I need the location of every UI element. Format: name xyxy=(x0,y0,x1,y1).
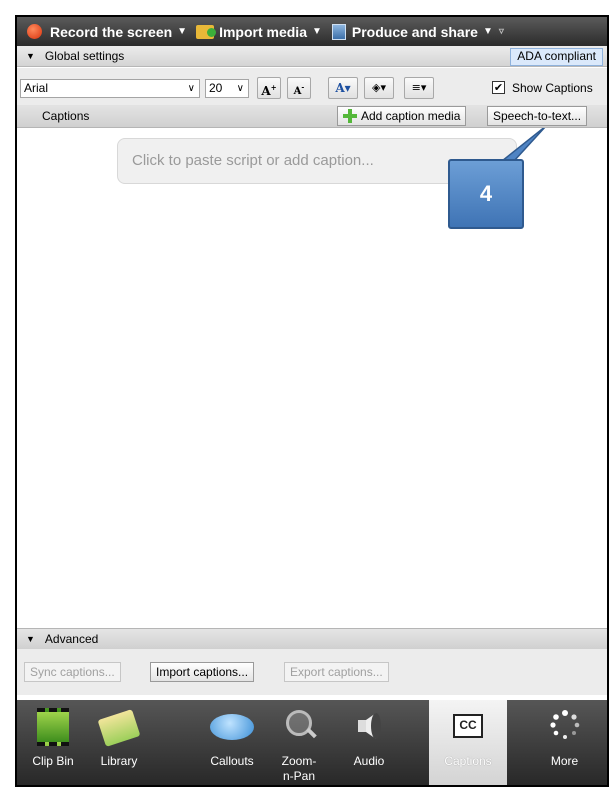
font-family-select[interactable]: Arial ∨ xyxy=(20,79,200,98)
decrease-font-button[interactable]: A- xyxy=(287,77,311,99)
increase-font-icon: A+ xyxy=(261,83,277,98)
alignment-button[interactable]: ≡▾ xyxy=(404,77,434,99)
tab-clip-bin[interactable]: Clip Bin xyxy=(17,700,89,785)
produce-icon xyxy=(331,23,346,40)
tab-label: Clip Bin xyxy=(32,754,74,768)
tab-label: Captions xyxy=(444,754,492,768)
advanced-title: Advanced xyxy=(44,632,99,646)
caption-editor-area: Click to paste script or add caption... … xyxy=(17,128,607,628)
tab-captions[interactable]: CC Captions xyxy=(429,700,507,785)
add-caption-media-label: Add caption media xyxy=(361,109,461,123)
decrease-font-icon: A- xyxy=(293,83,305,98)
produce-label: Produce and share xyxy=(351,23,478,40)
font-color-icon: A▾ xyxy=(335,81,351,95)
tab-label: Zoom-n-Pan xyxy=(281,754,317,783)
show-captions-label: Show Captions xyxy=(512,81,593,95)
record-icon xyxy=(27,24,42,39)
speech-to-text-label: Speech-to-text... xyxy=(493,109,582,123)
tab-label: More xyxy=(550,754,579,768)
collapse-triangle-icon: ▼ xyxy=(26,51,35,61)
tab-more[interactable]: More xyxy=(522,700,607,785)
tab-label: Callouts xyxy=(210,754,254,768)
font-family-value: Arial xyxy=(24,81,49,95)
global-settings-header[interactable]: ▼ Global settings ADA compliant xyxy=(17,46,607,67)
chevron-down-icon: ▼ xyxy=(177,26,188,37)
collapse-triangle-icon: ▼ xyxy=(26,634,35,644)
folder-icon xyxy=(196,24,217,39)
align-icon: ≡▾ xyxy=(411,81,427,94)
speaker-icon xyxy=(358,713,381,739)
tab-audio[interactable]: Audio xyxy=(335,700,403,785)
record-label: Record the screen xyxy=(50,23,173,40)
chevron-down-icon: ▼ xyxy=(482,26,493,37)
tab-label: Audio xyxy=(353,754,385,768)
show-captions-checkbox[interactable]: ✔ xyxy=(492,81,505,94)
main-toolbar: Record the screen ▼ Import media ▼ Produ… xyxy=(17,17,607,46)
increase-font-button[interactable]: A+ xyxy=(257,77,281,99)
font-size-select[interactable]: 20 ∨ xyxy=(205,79,249,98)
camtasia-captions-panel: Record the screen ▼ Import media ▼ Produ… xyxy=(15,15,609,787)
produce-share-button[interactable]: Produce and share ▼ xyxy=(326,23,493,40)
toolbar-overflow-icon[interactable]: ▿ xyxy=(499,26,504,37)
sync-captions-button[interactable]: Sync captions... xyxy=(24,662,121,682)
callout-number-badge: 4 xyxy=(448,159,524,229)
import-media-button[interactable]: Import media ▼ xyxy=(196,24,322,40)
add-caption-media-button[interactable]: Add caption media xyxy=(337,106,467,126)
speech-to-text-button[interactable]: Speech-to-text... xyxy=(487,106,588,126)
font-size-value: 20 xyxy=(209,81,223,95)
cc-icon: CC xyxy=(453,714,483,738)
caption-placeholder: Click to paste script or add caption... xyxy=(132,152,374,169)
plus-icon xyxy=(343,109,357,123)
tab-library[interactable]: Library xyxy=(89,700,149,785)
tab-label: Library xyxy=(100,754,138,768)
captions-toolbar: Captions Add caption media Speech-to-tex… xyxy=(17,105,607,128)
global-settings-title: Global settings xyxy=(44,49,125,63)
more-dots-icon xyxy=(549,710,579,739)
fill-bucket-icon: ◈▾ xyxy=(372,81,386,94)
fill-color-button[interactable]: ◈▾ xyxy=(364,77,394,99)
film-strip-icon xyxy=(37,708,69,746)
captions-title: Captions xyxy=(42,109,90,123)
import-captions-button[interactable]: Import captions... xyxy=(150,662,255,682)
record-screen-button[interactable]: Record the screen ▼ xyxy=(23,24,187,40)
chevron-down-icon: ∨ xyxy=(236,83,244,94)
magnifier-icon xyxy=(286,710,312,736)
task-tabs: Clip Bin Library Callouts Zoom-n-Pan Aud… xyxy=(17,700,607,785)
library-icon xyxy=(97,709,141,747)
advanced-actions: Sync captions... Import captions... Expo… xyxy=(17,649,607,695)
tab-callouts[interactable]: Callouts xyxy=(197,700,267,785)
import-label: Import media xyxy=(219,23,307,40)
advanced-header[interactable]: ▼ Advanced xyxy=(17,628,607,650)
chevron-down-icon: ∨ xyxy=(187,83,195,94)
tab-zoom-n-pan[interactable]: Zoom-n-Pan xyxy=(269,700,329,785)
font-settings-row: Arial ∨ 20 ∨ A+ A- A▾ ◈▾ ≡▾ ✔ Show Capti… xyxy=(17,68,607,106)
font-color-button[interactable]: A▾ xyxy=(328,77,358,99)
ada-compliant-button[interactable]: ADA compliant xyxy=(510,48,603,66)
export-captions-button[interactable]: Export captions... xyxy=(284,662,389,682)
speech-bubble-icon xyxy=(210,714,254,740)
chevron-down-icon: ▼ xyxy=(311,26,322,37)
